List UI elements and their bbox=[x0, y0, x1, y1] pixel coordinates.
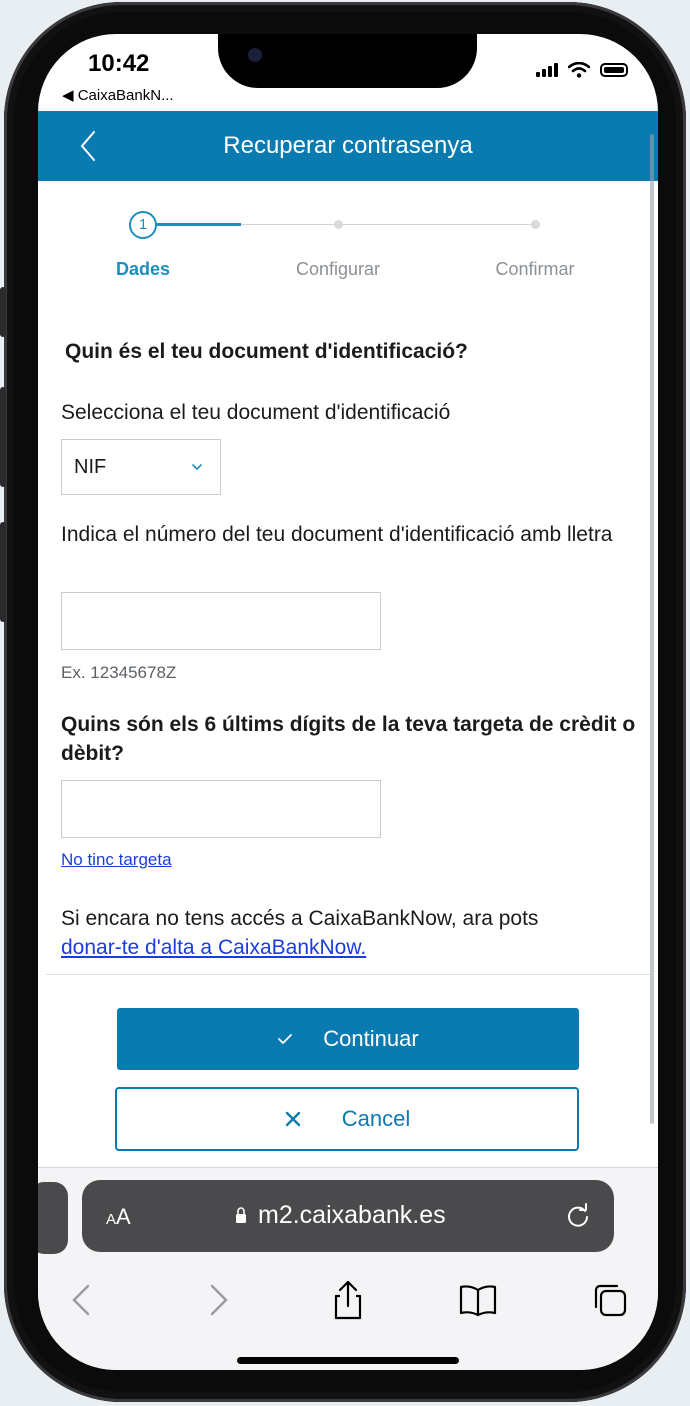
close-icon bbox=[285, 1111, 300, 1127]
step-label-configurar: Configurar bbox=[295, 259, 381, 279]
step-dot-configurar bbox=[334, 220, 343, 229]
step-label-dades: Dades bbox=[115, 259, 171, 279]
lock-icon bbox=[236, 1207, 246, 1223]
form-heading: Quin és el teu document d'identificació? bbox=[65, 340, 468, 363]
previous-tab-preview[interactable] bbox=[38, 1182, 68, 1254]
doc-type-select[interactable]: NIF bbox=[61, 439, 221, 495]
side-button-volume-down bbox=[0, 522, 6, 622]
tabs-icon[interactable] bbox=[588, 1278, 632, 1322]
doc-type-value: NIF bbox=[74, 455, 107, 478]
battery-icon bbox=[600, 63, 628, 77]
address-bar[interactable]: AA m2.caixabank.es bbox=[82, 1180, 614, 1252]
status-time: 10:42 bbox=[88, 50, 150, 77]
reload-icon[interactable] bbox=[564, 1202, 592, 1230]
browser-toolbar: AA m2.caixabank.es bbox=[38, 1167, 658, 1370]
share-icon[interactable] bbox=[326, 1278, 370, 1322]
back-icon[interactable] bbox=[60, 1278, 104, 1322]
page-scrollbar[interactable] bbox=[650, 134, 654, 1124]
signal-icon bbox=[536, 63, 558, 77]
url-domain: m2.caixabank.es bbox=[258, 1201, 446, 1229]
back-to-app-link[interactable]: ◀ CaixaBankN... bbox=[62, 86, 174, 104]
wifi-icon bbox=[568, 62, 590, 78]
browser-nav bbox=[38, 1272, 658, 1328]
app-header: Recuperar contrasenya bbox=[38, 111, 658, 181]
page-title: Recuperar contrasenya bbox=[223, 132, 473, 159]
no-card-link[interactable]: No tinc targeta bbox=[61, 850, 172, 870]
divider bbox=[46, 974, 650, 975]
cancel-button[interactable]: Cancel bbox=[115, 1087, 579, 1151]
status-icons bbox=[536, 62, 628, 78]
card-digits-input[interactable] bbox=[61, 780, 381, 838]
home-indicator[interactable] bbox=[237, 1357, 459, 1364]
step-remaining-line bbox=[241, 224, 537, 225]
forward-icon[interactable] bbox=[196, 1278, 240, 1322]
signup-link[interactable]: donar-te d'alta a CaixaBankNow. bbox=[61, 936, 366, 959]
doc-number-label: Indica el número del teu document d'iden… bbox=[61, 523, 613, 546]
signup-paragraph: Si encara no tens accés a CaixaBankNow, … bbox=[61, 904, 641, 962]
doc-number-input[interactable] bbox=[61, 592, 381, 650]
doc-number-hint: Ex. 12345678Z bbox=[61, 663, 177, 682]
chevron-down-icon bbox=[192, 464, 202, 471]
text-size-button[interactable]: AA bbox=[106, 1204, 131, 1230]
progress-stepper: 1 Dades Configurar Confirmar bbox=[38, 211, 658, 301]
step-number: 1 bbox=[129, 211, 157, 239]
continue-button[interactable]: Continuar bbox=[117, 1008, 579, 1070]
screen: 10:42 ◀ CaixaBankN... Recuperar contrase… bbox=[38, 34, 658, 1370]
dynamic-island bbox=[218, 34, 477, 88]
side-button-silent bbox=[0, 287, 6, 337]
camera bbox=[248, 48, 262, 62]
side-button-volume-up bbox=[0, 387, 6, 487]
continue-label: Continuar bbox=[323, 1026, 419, 1051]
cancel-label: Cancel bbox=[341, 1106, 411, 1131]
check-icon bbox=[278, 1034, 293, 1045]
signup-text: Si encara no tens accés a CaixaBankNow, … bbox=[61, 907, 539, 930]
bookmarks-icon[interactable] bbox=[456, 1278, 500, 1322]
step-progress-line bbox=[155, 223, 241, 226]
chevron-left-icon[interactable] bbox=[76, 129, 100, 163]
step-label-confirmar: Confirmar bbox=[495, 259, 575, 279]
card-digits-label: Quins són els 6 últims dígits de la teva… bbox=[61, 713, 636, 765]
doc-type-label: Selecciona el teu document d'identificac… bbox=[61, 401, 451, 424]
step-dot-confirmar bbox=[531, 220, 540, 229]
